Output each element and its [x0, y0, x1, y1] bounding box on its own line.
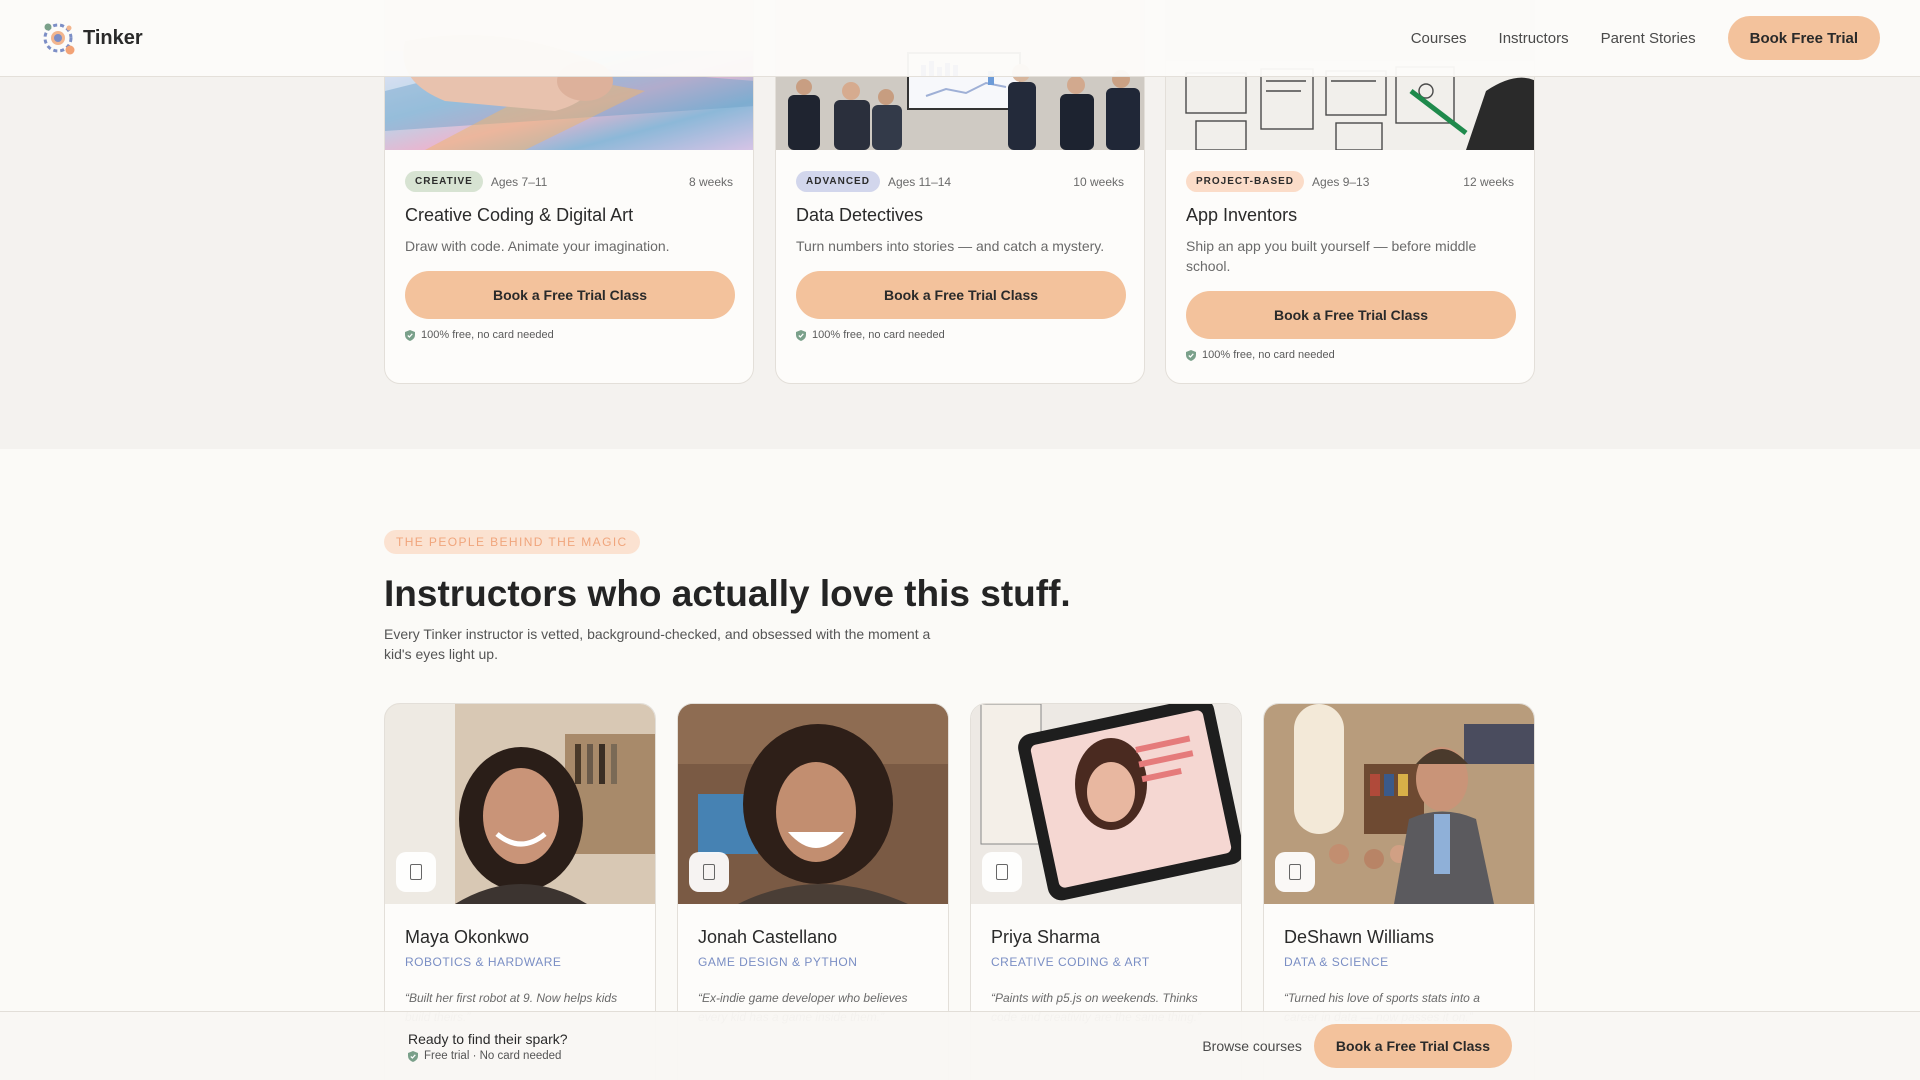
course-duration: 12 weeks [1463, 174, 1514, 189]
instructor-subject: CREATIVE CODING & ART [991, 955, 1150, 969]
course-badge: CREATIVE [405, 171, 483, 192]
book-trial-class-button[interactable]: Book a Free Trial Class [796, 271, 1126, 319]
shield-check-icon [405, 329, 415, 341]
course-badge: PROJECT-BASED [1186, 171, 1305, 192]
course-title: Creative Coding & Digital Art [405, 205, 634, 225]
instructor-name: Jonah Castellano [698, 927, 838, 947]
instructor-profile-button[interactable] [689, 852, 729, 892]
instructor-name: Priya Sharma [991, 927, 1101, 947]
instructor-name: DeShawn Williams [1284, 927, 1435, 947]
browse-courses-link[interactable]: Browse courses [1202, 1038, 1302, 1054]
cta-bar-subtitle-text: Free trial · No card needed [424, 1050, 562, 1062]
book-trial-class-button[interactable]: Book a Free Trial Class [1186, 291, 1516, 339]
course-title: Data Detectives [796, 205, 924, 225]
shield-check-icon [408, 1050, 418, 1062]
brand-name: Tinker [83, 26, 143, 49]
course-description: Draw with code. Animate your imagination… [405, 238, 670, 254]
course-duration: 8 weeks [688, 174, 733, 189]
book-trial-class-button[interactable]: Book a Free Trial Class [405, 271, 735, 319]
tinker-logo-icon [39, 19, 77, 57]
free-note: 100% free, no card needed [405, 329, 733, 341]
nav-link-instructors[interactable]: Instructors [1499, 30, 1569, 47]
profile-card-icon [410, 864, 422, 880]
course-ages: Ages 9–13 [1312, 174, 1370, 189]
free-note-text: 100% free, no card needed [421, 329, 554, 341]
instructor-profile-button[interactable] [396, 852, 436, 892]
instructor-subject: ROBOTICS & HARDWARE [405, 955, 562, 969]
section-heading: Instructors who actually love this stuff… [384, 573, 1071, 614]
book-free-trial-button[interactable]: Book Free Trial [1727, 16, 1880, 60]
course-description: Ship an app you built yourself — before … [1186, 238, 1477, 274]
sticky-cta-bar: Ready to find their spark? Free trial · … [0, 1011, 1920, 1080]
course-ages: Ages 7–11 [490, 174, 548, 189]
course-ages: Ages 11–14 [887, 174, 952, 189]
shield-check-icon [796, 329, 806, 341]
cta-bar-title: Ready to find their spark? [408, 1031, 568, 1047]
instructor-profile-button[interactable] [982, 852, 1022, 892]
instructor-photo [971, 704, 1241, 904]
nav-link-courses[interactable]: Courses [1411, 30, 1467, 47]
course-duration: 10 weeks [1073, 174, 1124, 189]
profile-card-icon [1289, 864, 1301, 880]
instructor-subject: GAME DESIGN & PYTHON [698, 955, 858, 969]
instructors-section: THE PEOPLE BEHIND THE MAGIC Instructors … [0, 449, 1920, 1080]
nav-link-parent-stories[interactable]: Parent Stories [1601, 30, 1696, 47]
free-note-text: 100% free, no card needed [1202, 349, 1335, 361]
instructor-photo [678, 704, 948, 904]
profile-card-icon [996, 864, 1008, 880]
course-description: Turn numbers into stories — and catch a … [796, 238, 1105, 254]
free-note: 100% free, no card needed [1186, 349, 1514, 361]
book-trial-class-button[interactable]: Book a Free Trial Class [1313, 1024, 1512, 1068]
section-subheading: Every Tinker instructor is vetted, backg… [384, 626, 931, 662]
course-title: App Inventors [1186, 205, 1298, 225]
course-badge: ADVANCED [796, 171, 880, 192]
free-note: 100% free, no card needed [796, 329, 1124, 341]
instructor-photo [385, 704, 655, 904]
shield-check-icon [1186, 349, 1196, 361]
cta-bar-subtitle: Free trial · No card needed [408, 1050, 568, 1062]
instructor-profile-button[interactable] [1275, 852, 1315, 892]
instructor-name: Maya Okonkwo [405, 927, 530, 947]
instructor-photo [1264, 704, 1534, 904]
logo[interactable]: Tinker [39, 19, 143, 57]
section-eyebrow: THE PEOPLE BEHIND THE MAGIC [384, 530, 640, 554]
free-note-text: 100% free, no card needed [812, 329, 945, 341]
main-nav: Courses Instructors Parent Stories Book … [1411, 16, 1880, 60]
site-header: Tinker Courses Instructors Parent Storie… [0, 0, 1920, 77]
profile-card-icon [703, 864, 715, 880]
instructor-subject: DATA & SCIENCE [1284, 955, 1389, 969]
